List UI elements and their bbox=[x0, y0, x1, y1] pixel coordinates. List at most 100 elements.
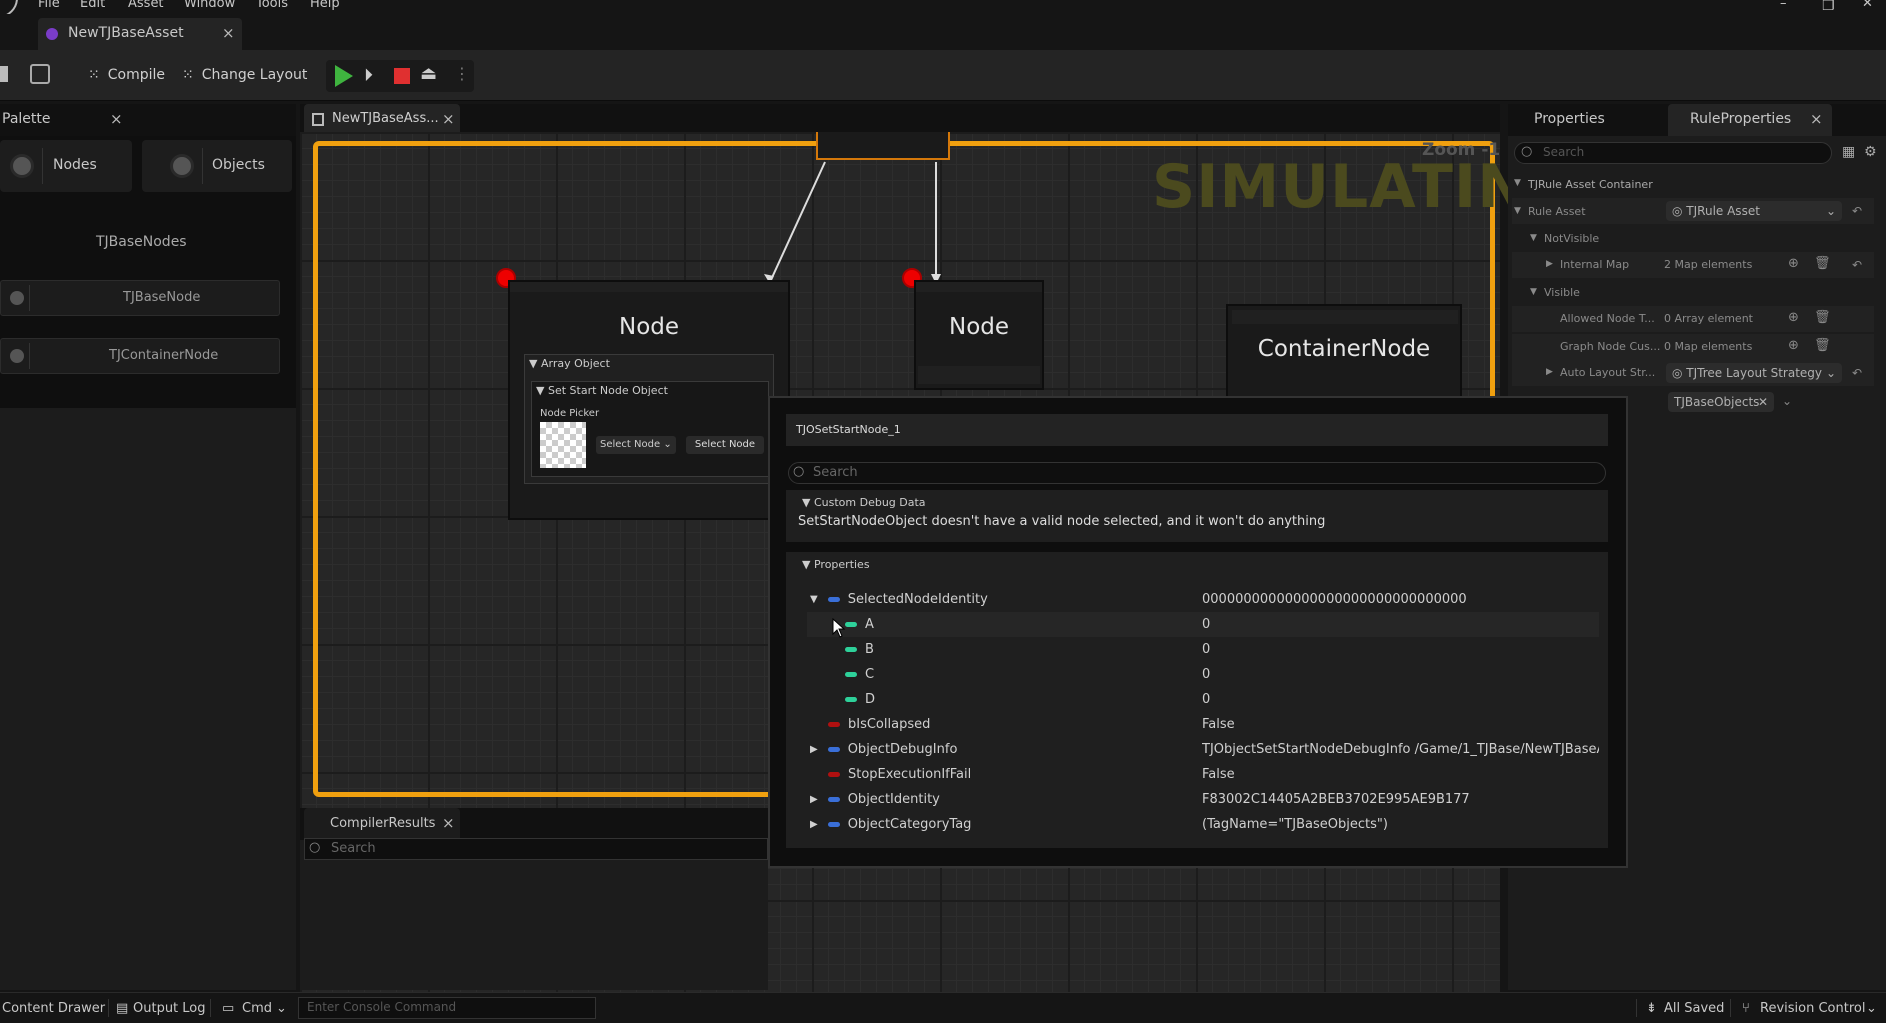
table-view-icon[interactable]: ▦ bbox=[1842, 144, 1855, 160]
visible-category[interactable]: ▼ Visible bbox=[1512, 280, 1874, 306]
close-icon[interactable]: × bbox=[110, 110, 123, 128]
expand-arrow-icon[interactable]: ▶ bbox=[810, 794, 818, 805]
revision-control-button[interactable]: Revision Control bbox=[1760, 1001, 1865, 1016]
browse-icon[interactable] bbox=[30, 64, 50, 84]
auto-layout-combo[interactable]: ◎ TJTree Layout Strategy ⌄ bbox=[1666, 363, 1842, 383]
reset-icon[interactable]: ↶ bbox=[1852, 204, 1862, 218]
property-row[interactable]: D0 bbox=[807, 687, 1599, 712]
array-object-header[interactable]: ▼ Array Object bbox=[529, 357, 610, 370]
menu-tools[interactable]: Tools bbox=[256, 0, 288, 11]
chevron-down-icon[interactable]: ⌄ bbox=[276, 1001, 287, 1016]
console-input[interactable]: Enter Console Command bbox=[298, 997, 596, 1019]
collapse-arrow-icon: ▼ bbox=[1514, 178, 1521, 188]
popup-search-input[interactable]: ○ Search bbox=[788, 462, 1606, 484]
property-name: StopExecutionIfFail bbox=[848, 767, 972, 782]
menu-edit[interactable]: Edit bbox=[80, 0, 105, 11]
property-row[interactable]: A0 bbox=[807, 612, 1599, 637]
stop-icon[interactable] bbox=[394, 68, 410, 84]
custom-debug-header[interactable]: ▼ Custom Debug Data bbox=[802, 496, 926, 509]
close-icon[interactable]: × bbox=[442, 814, 455, 832]
output-log-button[interactable]: Output Log bbox=[133, 1001, 206, 1016]
trash-icon[interactable]: 🗑 bbox=[1814, 256, 1831, 271]
palette-item-tjbasenode[interactable]: TJBaseNode bbox=[0, 280, 280, 316]
property-row[interactable]: B0 bbox=[807, 637, 1599, 662]
expand-arrow-icon[interactable]: ▶ bbox=[1546, 367, 1553, 377]
graph-node[interactable]: Node ▼ Array Object ▼ Set Start Node Obj… bbox=[508, 280, 790, 520]
minimize-icon[interactable]: – bbox=[1780, 0, 1787, 11]
compiler-tab[interactable]: CompilerResults × bbox=[304, 808, 460, 840]
container-category[interactable]: ▼ TJRule Asset Container bbox=[1512, 172, 1874, 198]
property-row[interactable]: bIsCollapsed False bbox=[807, 712, 1599, 737]
set-start-header[interactable]: ▼ Set Start Node Object bbox=[536, 384, 668, 397]
property-name: D bbox=[865, 692, 876, 707]
gear-icon[interactable]: ⚙ bbox=[1864, 144, 1877, 160]
step-icon[interactable]: ⏵ bbox=[364, 65, 373, 86]
property-row[interactable]: ▶ ObjectDebugInfo TJObjectSetStartNodeDebu… bbox=[807, 737, 1599, 762]
reset-icon[interactable]: ↶ bbox=[1852, 366, 1862, 380]
chevron-down-icon[interactable]: ⌄ bbox=[1866, 1001, 1877, 1016]
add-icon[interactable]: ⊕ bbox=[1788, 256, 1799, 271]
menu-file[interactable]: File bbox=[38, 0, 60, 11]
compiler-search-input[interactable]: ○ Search bbox=[304, 838, 768, 860]
root-node[interactable] bbox=[816, 132, 950, 160]
compile-button[interactable]: ⁙ Compile bbox=[88, 62, 165, 88]
notvisible-category[interactable]: ▼ NotVisible bbox=[1512, 226, 1874, 252]
add-icon[interactable]: ⊕ bbox=[1788, 310, 1799, 325]
close-window-icon[interactable]: ✕ bbox=[1862, 0, 1873, 11]
expand-arrow-icon[interactable]: ▶ bbox=[810, 819, 818, 830]
expand-arrow-icon[interactable]: ▶ bbox=[810, 744, 818, 755]
graph-node[interactable]: Node bbox=[914, 280, 1044, 390]
properties-header[interactable]: ▼ Properties bbox=[802, 558, 870, 571]
type-pin-icon bbox=[827, 747, 840, 752]
property-value: 0 bbox=[1202, 642, 1211, 657]
expand-arrow-icon[interactable]: ▶ bbox=[1546, 259, 1553, 269]
content-drawer-button[interactable]: Content Drawer bbox=[2, 1001, 105, 1016]
rule-asset-combo[interactable]: ◎ TJRule Asset ⌄ bbox=[1666, 201, 1842, 221]
node-header bbox=[916, 282, 1042, 292]
property-row[interactable]: StopExecutionIfFail False bbox=[807, 762, 1599, 787]
node-icon bbox=[10, 349, 24, 363]
close-icon[interactable]: × bbox=[1810, 110, 1823, 128]
close-icon[interactable]: × bbox=[442, 110, 455, 128]
menu-asset[interactable]: Asset bbox=[128, 0, 164, 11]
property-row[interactable]: ▼ SelectedNodeIdentity 0000000000000000000… bbox=[807, 587, 1599, 612]
restore-icon[interactable]: ❐ bbox=[1822, 0, 1835, 14]
divider bbox=[29, 343, 30, 369]
palette-nodes-button[interactable]: Nodes bbox=[0, 140, 132, 192]
more-options-icon[interactable]: ⋮ bbox=[454, 64, 470, 83]
tab-properties[interactable]: Properties bbox=[1534, 111, 1605, 127]
select-node-combo[interactable]: Select Node ⌄ bbox=[596, 436, 676, 454]
chevron-down-icon[interactable]: ⌄ bbox=[1782, 394, 1792, 408]
trash-icon[interactable]: 🗑 bbox=[1814, 338, 1831, 353]
play-icon[interactable] bbox=[335, 65, 353, 87]
palette-item-label: TJBaseNode bbox=[123, 290, 201, 305]
graph-node-value: 0 Map elements bbox=[1664, 340, 1753, 353]
cmd-dropdown[interactable]: Cmd bbox=[242, 1001, 272, 1016]
save-icon[interactable] bbox=[0, 66, 8, 82]
trash-icon[interactable]: 🗑 bbox=[1814, 310, 1831, 325]
select-node-button[interactable]: Select Node bbox=[686, 436, 764, 454]
palette-objects-button[interactable]: Objects bbox=[142, 140, 292, 192]
menu-window[interactable]: Window bbox=[184, 0, 235, 11]
compile-icon: ⁙ bbox=[88, 67, 100, 83]
reset-icon[interactable]: ↶ bbox=[1852, 258, 1862, 272]
eject-icon[interactable]: ⏏ bbox=[420, 63, 437, 84]
palette-tab[interactable]: Palette bbox=[2, 111, 51, 127]
divider bbox=[210, 999, 211, 1017]
property-row[interactable]: C0 bbox=[807, 662, 1599, 687]
change-layout-button[interactable]: ⁙ Change Layout bbox=[182, 62, 307, 88]
add-icon[interactable]: ⊕ bbox=[1788, 338, 1799, 353]
container-node[interactable]: ContainerNode bbox=[1226, 304, 1462, 400]
palette-item-tjcontainernode[interactable]: TJContainerNode bbox=[0, 338, 280, 374]
menu-help[interactable]: Help bbox=[310, 0, 340, 11]
all-saved-button[interactable]: All Saved bbox=[1664, 1001, 1724, 1016]
property-row[interactable]: ▶ ObjectIdentity F83002C14405A2BEB3702E995… bbox=[807, 787, 1599, 812]
remove-tag-icon[interactable]: ✕ bbox=[1758, 395, 1768, 409]
tab-rule-properties[interactable]: RuleProperties × bbox=[1668, 104, 1832, 136]
property-row[interactable]: ▶ ObjectCategoryTag (TagName="TJBaseObject… bbox=[807, 812, 1599, 837]
properties-search-input[interactable]: ○ Search bbox=[1514, 142, 1832, 164]
close-icon[interactable]: × bbox=[222, 24, 235, 42]
tag-chip[interactable]: TJBaseObjects ✕ bbox=[1668, 392, 1774, 412]
collapse-arrow-icon[interactable]: ▼ bbox=[810, 594, 818, 605]
document-tab[interactable]: NewTJBaseAsset × bbox=[38, 18, 242, 50]
